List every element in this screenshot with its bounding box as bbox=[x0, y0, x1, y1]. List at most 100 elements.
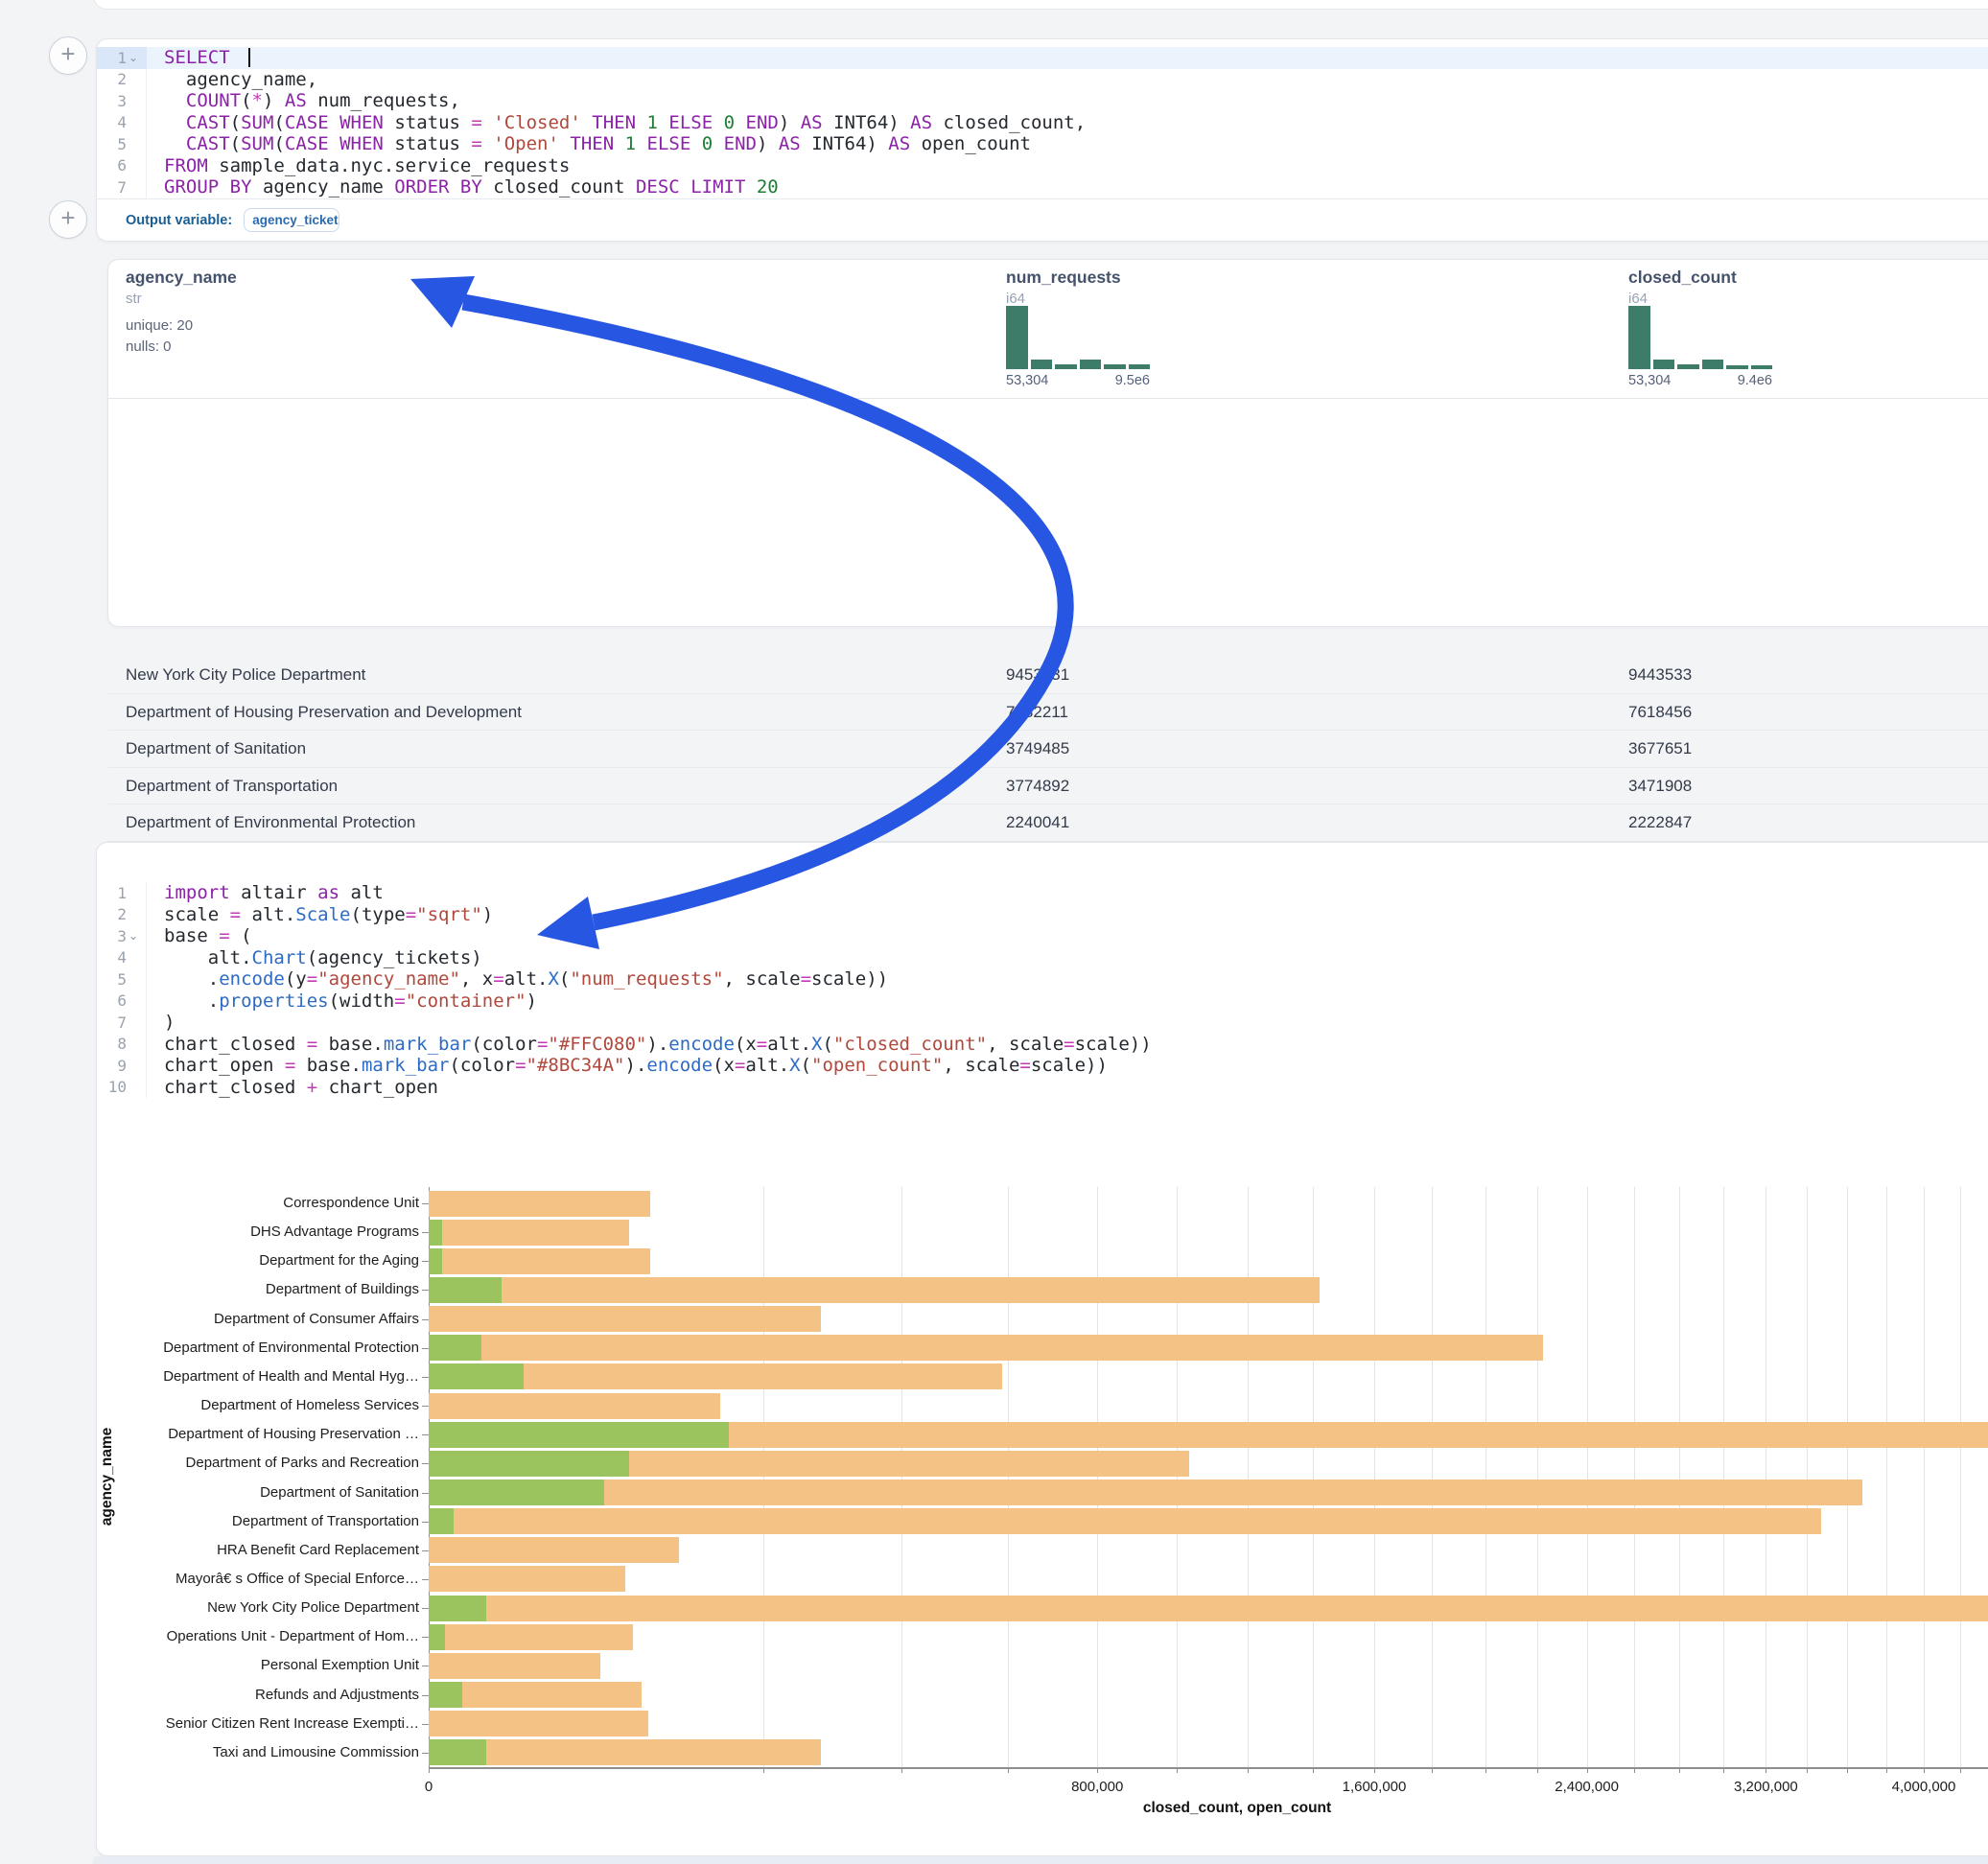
code-line: SELECT bbox=[147, 47, 250, 69]
table-row[interactable]: Department of Transportation 3774892 34719… bbox=[108, 768, 1988, 805]
code-row[interactable]: 8chart_closed = base.mark_bar(color="#FF… bbox=[97, 1034, 1988, 1056]
code-row[interactable]: 5 .encode(y="agency_name", x=alt.X("num_… bbox=[97, 968, 1988, 990]
line-number: 5 bbox=[117, 970, 127, 989]
line-number-gutter: 2 bbox=[97, 904, 147, 926]
add-cell-button-output[interactable]: + bbox=[49, 200, 87, 239]
histogram-max-label: 9.4e6 bbox=[1628, 373, 1772, 388]
table-cell: 2222847 bbox=[1628, 804, 1692, 841]
line-number-gutter: 8 bbox=[97, 1034, 147, 1056]
table-cell: New York City Police Department bbox=[126, 657, 365, 693]
code-row[interactable]: 4 CAST(SUM(CASE WHEN status = 'Closed' T… bbox=[97, 112, 1988, 134]
table-cell: 7618456 bbox=[1628, 694, 1692, 731]
chevron-down-icon[interactable]: ⌄ bbox=[127, 51, 140, 64]
column-name[interactable]: agency_name bbox=[126, 268, 237, 288]
result-table-panel: agency_namestr unique: 20 nulls: 0 num_requ… bbox=[107, 259, 1988, 627]
line-number-gutter: 9 bbox=[97, 1055, 147, 1077]
code-line: CAST(SUM(CASE WHEN status = 'Closed' THE… bbox=[147, 112, 1086, 134]
code-line: FROM sample_data.nyc.service_requests bbox=[147, 155, 570, 177]
python-code-editor[interactable]: 1import altair as alt2scale = alt.Scale(… bbox=[97, 882, 1988, 1098]
histogram-bar bbox=[1080, 360, 1102, 369]
line-number-gutter: 1⌄ bbox=[97, 47, 147, 69]
sql-cell-panel: 1⌄SELECT 2 agency_name,3 COUNT(*) AS num… bbox=[96, 38, 1988, 242]
line-number-gutter: 6 bbox=[97, 155, 147, 177]
table-cell: 3471908 bbox=[1628, 768, 1692, 804]
code-row[interactable]: 3 COUNT(*) AS num_requests, bbox=[97, 90, 1988, 112]
table-cell: 3677651 bbox=[1628, 731, 1692, 767]
histogram-bar bbox=[1104, 364, 1126, 369]
code-row[interactable]: 6FROM sample_data.nyc.service_requests bbox=[97, 155, 1988, 177]
code-row[interactable]: 3⌄base = ( bbox=[97, 925, 1988, 947]
code-row[interactable]: 5 CAST(SUM(CASE WHEN status = 'Open' THE… bbox=[97, 133, 1988, 155]
plus-icon: + bbox=[60, 203, 75, 232]
line-number-gutter: 10 bbox=[97, 1077, 147, 1099]
code-row[interactable]: 1⌄SELECT bbox=[97, 47, 1988, 69]
code-row[interactable]: 2scale = alt.Scale(type="sqrt") bbox=[97, 904, 1988, 926]
table-cell: Department of Sanitation bbox=[126, 731, 306, 767]
table-cell: Department of Housing Preservation and D… bbox=[126, 694, 522, 731]
line-number-gutter: 5 bbox=[97, 133, 147, 155]
column-histogram bbox=[1006, 306, 1150, 369]
column-name[interactable]: closed_count bbox=[1628, 268, 1737, 288]
text-cursor bbox=[248, 48, 250, 67]
code-row[interactable]: 4 alt.Chart(agency_tickets) bbox=[97, 947, 1988, 969]
code-row[interactable]: 2 agency_name, bbox=[97, 69, 1988, 91]
line-number: 2 bbox=[117, 70, 127, 88]
code-line: alt.Chart(agency_tickets) bbox=[147, 947, 482, 969]
line-number-gutter: 4 bbox=[97, 112, 147, 134]
line-number: 4 bbox=[117, 113, 127, 131]
histogram-bar bbox=[1031, 360, 1053, 369]
table-cell: 2240041 bbox=[1006, 804, 1069, 841]
line-number-gutter: 6 bbox=[97, 990, 147, 1013]
code-line: chart_closed = base.mark_bar(color="#FFC… bbox=[147, 1034, 1152, 1056]
line-number: 9 bbox=[117, 1057, 127, 1075]
column-type: i64 bbox=[1006, 291, 1025, 307]
table-row[interactable]: Department of Housing Preservation and D… bbox=[108, 694, 1988, 732]
code-row[interactable]: 1import altair as alt bbox=[97, 882, 1988, 904]
output-variable-label: Output variable: bbox=[126, 213, 232, 228]
column-type: i64 bbox=[1628, 291, 1648, 307]
line-number-gutter: 5 bbox=[97, 968, 147, 990]
header-divider bbox=[108, 398, 1988, 399]
table-cell: Department of Transportation bbox=[126, 768, 338, 804]
code-row[interactable]: 7) bbox=[97, 1012, 1988, 1034]
table-cell: 9453131 bbox=[1006, 657, 1069, 693]
line-number-gutter: 3⌄ bbox=[97, 925, 147, 947]
table-body: New York City Police Department 9453131 94… bbox=[108, 657, 1988, 842]
table-row[interactable]: New York City Police Department 9453131 94… bbox=[108, 657, 1988, 694]
output-variable-row: Output variable: agency_tickets bbox=[97, 198, 1988, 241]
code-line: GROUP BY agency_name ORDER BY closed_cou… bbox=[147, 176, 779, 198]
line-number: 6 bbox=[117, 991, 127, 1010]
line-number-gutter: 4 bbox=[97, 947, 147, 969]
code-line: import altair as alt bbox=[147, 882, 384, 904]
column-stat: nulls: 0 bbox=[126, 338, 172, 355]
histogram-max-label: 9.5e6 bbox=[1006, 373, 1150, 388]
line-number-gutter: 7 bbox=[97, 176, 147, 198]
code-line: scale = alt.Scale(type="sqrt") bbox=[147, 904, 493, 926]
histogram-bar bbox=[1653, 360, 1675, 369]
line-number: 5 bbox=[117, 135, 127, 153]
column-stat: unique: 20 bbox=[126, 317, 193, 334]
code-row[interactable]: 10chart_closed + chart_open bbox=[97, 1077, 1988, 1099]
code-line: chart_open = base.mark_bar(color="#8BC34… bbox=[147, 1055, 1108, 1077]
histogram-bar bbox=[1726, 365, 1748, 369]
line-number: 3 bbox=[117, 92, 127, 110]
histogram-bar bbox=[1055, 364, 1077, 369]
histogram-bar bbox=[1702, 360, 1724, 369]
add-cell-button-top[interactable]: + bbox=[49, 36, 87, 75]
sql-code-editor[interactable]: 1⌄SELECT 2 agency_name,3 COUNT(*) AS num… bbox=[97, 47, 1988, 198]
table-cell: 3774892 bbox=[1006, 768, 1069, 804]
column-name[interactable]: num_requests bbox=[1006, 268, 1121, 288]
code-row[interactable]: 9 chart_open = base.mark_bar(color="#8BC3… bbox=[97, 1055, 1988, 1077]
code-row[interactable]: 6 .properties(width="container") bbox=[97, 990, 1988, 1013]
table-cell: 9443533 bbox=[1628, 657, 1692, 693]
table-row[interactable]: Department of Environmental Protection22… bbox=[108, 804, 1988, 842]
chevron-down-icon[interactable]: ⌄ bbox=[127, 929, 140, 943]
line-number: 1 bbox=[117, 49, 127, 67]
output-variable-pill[interactable]: agency_tickets bbox=[244, 208, 339, 232]
code-line: CAST(SUM(CASE WHEN status = 'Open' THEN … bbox=[147, 133, 1031, 155]
code-row[interactable]: 7GROUP BY agency_name ORDER BY closed_co… bbox=[97, 176, 1988, 198]
column-type: str bbox=[126, 291, 142, 307]
code-line: base = ( bbox=[147, 925, 252, 947]
table-row[interactable]: Department of Sanitation37494853677651 bbox=[108, 731, 1988, 768]
plus-icon: + bbox=[60, 39, 75, 68]
